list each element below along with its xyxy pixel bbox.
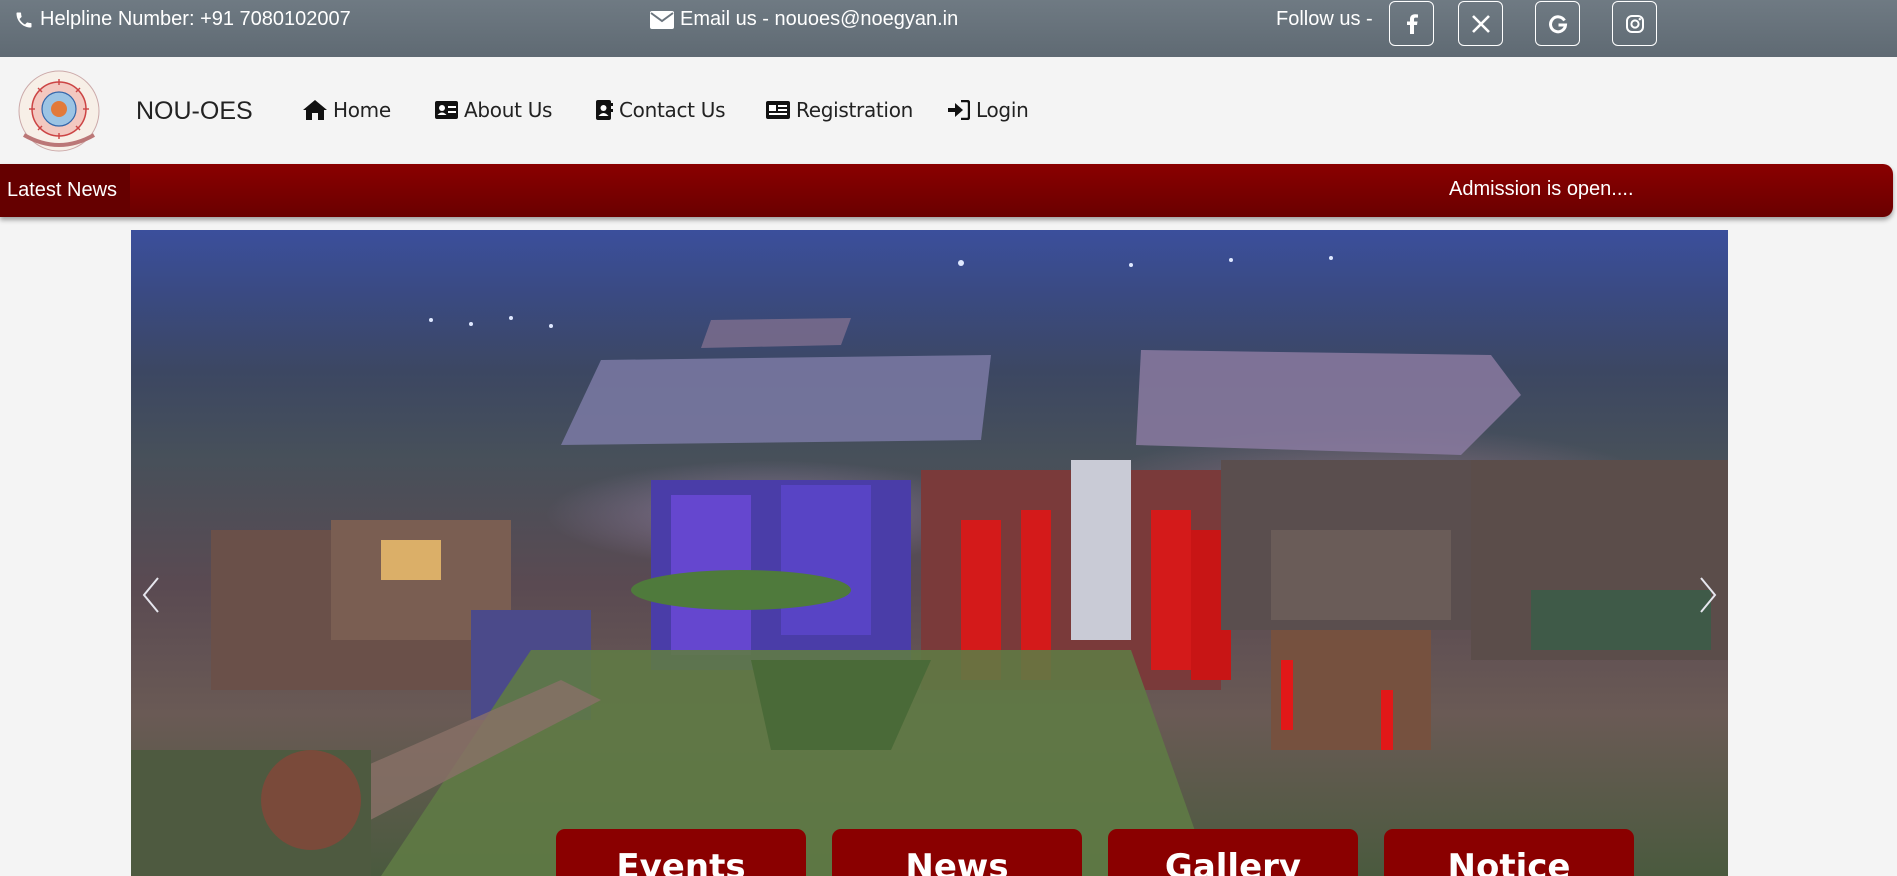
google-link[interactable] — [1535, 1, 1580, 46]
news-tile[interactable]: News — [832, 829, 1082, 876]
instagram-link[interactable] — [1612, 1, 1657, 46]
latest-news-bar: Latest News Admission is open.... — [0, 164, 1893, 217]
id-card-icon — [435, 101, 458, 119]
email-contact[interactable]: Email us - nouoes@noegyan.in — [650, 8, 958, 31]
campus-carousel[interactable]: Events News Gallery Notice — [131, 230, 1728, 876]
nav-login-label: Login — [976, 98, 1029, 122]
nav-contact-us-label: Contact Us — [619, 98, 726, 122]
carousel-next-arrow[interactable] — [1693, 570, 1723, 620]
top-bar: Helpline Number: +91 7080102007 Email us… — [0, 0, 1897, 57]
nav-registration-label: Registration — [796, 98, 914, 122]
nav-about-us-label: About Us — [464, 98, 553, 122]
facebook-icon — [1406, 13, 1418, 34]
helpline-text: Helpline Number: +91 7080102007 — [40, 8, 351, 30]
campus-aerial-image — [131, 256, 1728, 876]
main-header: NOU-OES Home About Us Contact Us Registr… — [0, 57, 1897, 164]
x-link[interactable] — [1458, 1, 1503, 46]
latest-news-label: Latest News — [0, 164, 130, 217]
nav-registration[interactable]: Registration — [766, 98, 913, 122]
quick-links-tiles: Events News Gallery Notice — [556, 829, 1634, 876]
notice-tile[interactable]: Notice — [1384, 829, 1634, 876]
gallery-tile[interactable]: Gallery — [1108, 829, 1358, 876]
contact-book-icon — [596, 100, 613, 120]
helpline: Helpline Number: +91 7080102007 — [14, 8, 351, 31]
events-tile[interactable]: Events — [556, 829, 806, 876]
nav-contact-us[interactable]: Contact Us — [596, 98, 726, 122]
email-text: Email us - nouoes@noegyan.in — [680, 8, 959, 30]
registration-icon — [766, 101, 790, 119]
nav-home-label: Home — [333, 98, 391, 122]
instagram-icon — [1625, 14, 1644, 33]
envelope-icon — [650, 10, 674, 29]
news-ticker[interactable]: Admission is open.... — [1449, 178, 1634, 201]
phone-icon — [16, 12, 32, 27]
follow-us-label: Follow us - — [1276, 8, 1373, 30]
brand-name[interactable]: NOU-OES — [136, 97, 253, 126]
google-icon — [1548, 14, 1567, 33]
home-icon — [303, 100, 327, 120]
nav-about-us[interactable]: About Us — [435, 98, 552, 122]
nav-login[interactable]: Login — [948, 98, 1029, 122]
university-logo[interactable] — [12, 69, 106, 153]
login-icon — [948, 100, 970, 120]
carousel-prev-arrow[interactable] — [136, 570, 166, 620]
x-icon — [1471, 14, 1490, 33]
nav-home[interactable]: Home — [303, 98, 391, 122]
facebook-link[interactable] — [1389, 1, 1434, 46]
university-seal-icon — [18, 70, 100, 152]
